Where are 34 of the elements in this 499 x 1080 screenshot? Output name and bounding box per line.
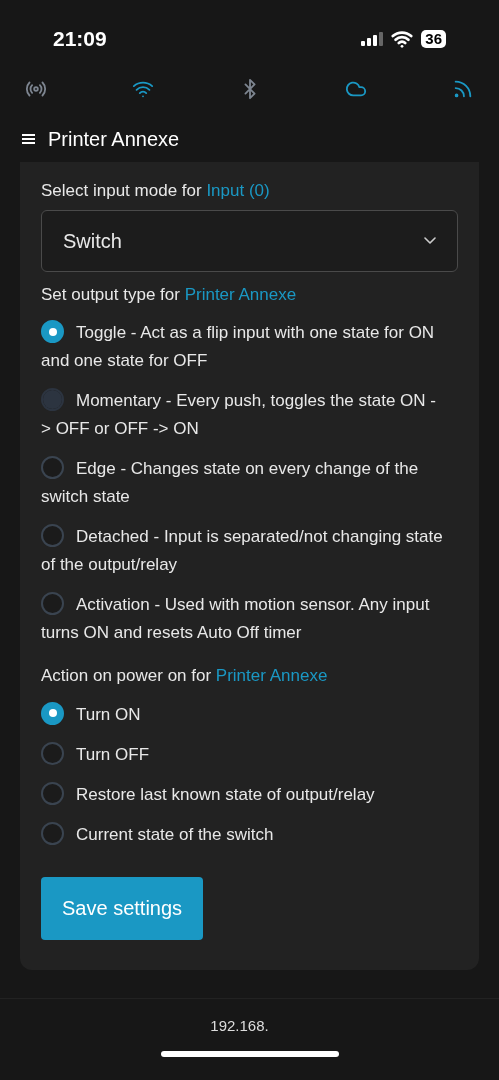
- input-mode-label: Select input mode for Input (0): [41, 180, 271, 202]
- option-label[interactable]: Turn OFF: [41, 740, 150, 769]
- power-on-label: Action on power on for Printer Annexe: [41, 665, 329, 687]
- option-label[interactable]: Current state of the switch: [41, 820, 274, 849]
- feed-icon[interactable]: [452, 78, 474, 100]
- link[interactable]: Printer Annexe: [215, 666, 328, 685]
- signal-icon: [361, 32, 384, 46]
- menu-icon[interactable]: [22, 134, 35, 144]
- battery-indicator: 36: [421, 30, 446, 48]
- ip-address: 192.168.: [210, 1015, 269, 1036]
- radio-button[interactable]: [41, 741, 64, 765]
- radio-button[interactable]: [41, 592, 64, 615]
- link[interactable]: Printer Annexe: [184, 284, 297, 304]
- page-title: Printer Annexe: [48, 127, 180, 152]
- radio-button[interactable]: [41, 388, 64, 411]
- option-label[interactable]: Detached - Input is separated/not changing state of the output/relay: [41, 523, 444, 579]
- radio-button[interactable]: [41, 524, 64, 547]
- option-label[interactable]: Edge - Changes state on every change of the switch state: [41, 455, 444, 511]
- link[interactable]: Input (0): [206, 181, 270, 200]
- radio-button[interactable]: [41, 781, 64, 805]
- option-label[interactable]: Activation - Used with motion sensor. Any input turns ON and resets Auto Off timer: [41, 591, 444, 647]
- output-type-label: Set output type for Printer Annexe: [41, 283, 298, 306]
- option-label[interactable]: Toggle - Act as a flip input with one state for ON and one state for OFF: [41, 319, 444, 375]
- select-field[interactable]: Switch: [41, 209, 458, 272]
- radio-button[interactable]: [41, 320, 64, 343]
- option-label[interactable]: Turn ON: [41, 700, 141, 729]
- radio-button[interactable]: [41, 701, 64, 725]
- radio-button[interactable]: [41, 821, 64, 845]
- option-label[interactable]: Restore last known state of output/relay: [41, 780, 375, 809]
- option-label[interactable]: Momentary - Every push, toggles the state ON -> OFF or OFF -> ON: [41, 387, 444, 443]
- chevron-down-icon: [424, 237, 436, 244]
- radio-button[interactable]: [41, 456, 64, 479]
- clock: 21:09: [53, 26, 107, 53]
- wifi-icon: [391, 28, 414, 50]
